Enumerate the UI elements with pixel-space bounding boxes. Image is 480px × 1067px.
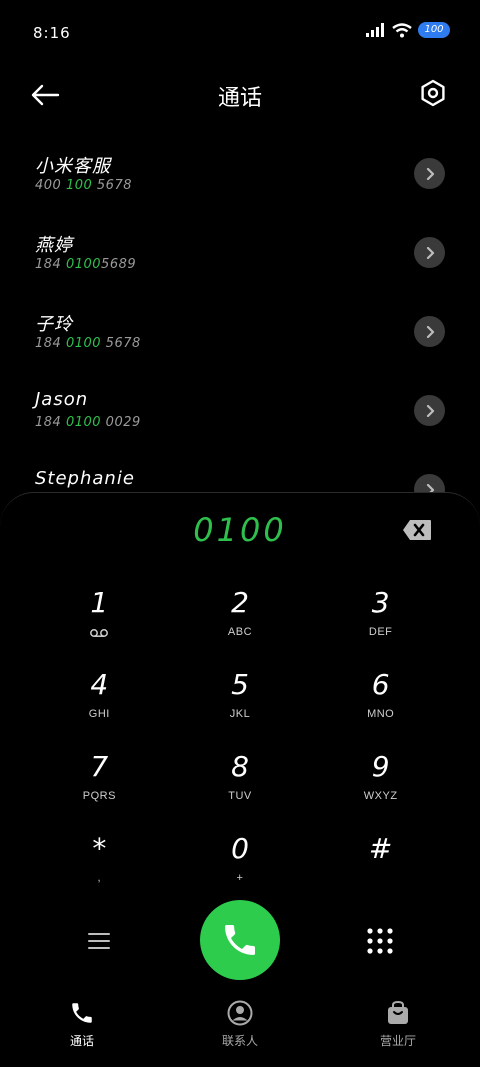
contact-suggestion-list: 小米客服 400 100 5678 燕婷 184 01005689 子玲 184…	[0, 140, 480, 535]
key-9[interactable]: 9 WXYZ	[310, 745, 451, 827]
key-letters: WXYZ	[363, 790, 398, 802]
nav-label: 联系人	[221, 1034, 258, 1048]
key-hash[interactable]: #	[310, 827, 451, 909]
contact-name: 子玲	[35, 314, 73, 335]
key-letters: ABC	[227, 626, 253, 638]
key-digit: 7	[90, 750, 109, 783]
key-digit: 0	[231, 832, 249, 865]
key-digit: 2	[231, 586, 249, 619]
contact-name: Jason	[35, 389, 89, 410]
chevron-right-icon	[426, 325, 434, 338]
header: 通话	[0, 70, 480, 120]
dial-actions	[0, 900, 480, 982]
phone-icon	[225, 925, 255, 955]
contact-number: 184 0100 0029	[35, 415, 141, 430]
settings-hexagon-icon	[421, 79, 445, 107]
key-2[interactable]: 2 ABC	[170, 581, 311, 663]
signal-icon	[366, 23, 384, 37]
status-bar: 8:16 100	[0, 0, 480, 60]
contact-detail-button[interactable]	[414, 395, 445, 426]
keypad: 1 2 ABC 3 DEF 4 GHI 5 JKL 6 MNO 7 PQRS 8…	[29, 581, 451, 909]
bag-icon	[385, 1000, 411, 1026]
chevron-right-icon	[426, 404, 434, 417]
dialpad-icon	[367, 928, 393, 954]
key-8[interactable]: 8 TUV	[170, 745, 311, 827]
contact-icon	[227, 1000, 253, 1026]
battery-indicator: 100	[418, 22, 450, 38]
nav-item-contacts[interactable]: 联系人	[190, 1000, 290, 1049]
contact-item[interactable]: 小米客服 400 100 5678	[0, 140, 480, 219]
wifi-icon	[392, 22, 412, 37]
contact-detail-button[interactable]	[414, 237, 445, 268]
key-digit: 3	[371, 586, 390, 619]
key-0[interactable]: 0 +	[170, 827, 311, 909]
back-arrow-icon	[31, 84, 60, 106]
dialer-panel: 0100 1 2 ABC 3 DEF 4 GHI 5 JKL 6 MNO 7 P…	[0, 492, 480, 1067]
chevron-right-icon	[426, 246, 434, 259]
contact-detail-button[interactable]	[414, 158, 445, 189]
status-icons: 100	[366, 22, 450, 38]
back-button[interactable]	[30, 80, 66, 110]
key-letters: +	[236, 872, 244, 884]
call-button[interactable]	[200, 900, 280, 980]
key-4[interactable]: 4 GHI	[29, 663, 170, 745]
key-6[interactable]: 6 MNO	[310, 663, 451, 745]
bottom-nav: 通话 联系人 营业厅	[0, 1000, 480, 1060]
backspace-icon	[403, 520, 431, 540]
page-title: 通话	[217, 86, 262, 111]
key-digit: *	[92, 832, 107, 865]
menu-icon	[88, 933, 110, 949]
voicemail-icon	[90, 629, 109, 637]
contact-name: 小米客服	[35, 156, 111, 177]
keypad-toggle-button[interactable]	[366, 927, 394, 955]
nav-label: 营业厅	[379, 1034, 416, 1048]
contact-item[interactable]: 子玲 184 0100 5678	[0, 298, 480, 377]
settings-button[interactable]	[418, 78, 448, 108]
backspace-button[interactable]	[402, 519, 432, 541]
phone-icon	[69, 1000, 95, 1026]
key-letters: JKL	[229, 708, 251, 720]
key-letters: ,	[97, 872, 102, 884]
key-digit: 5	[231, 668, 249, 701]
key-5[interactable]: 5 JKL	[170, 663, 311, 745]
contact-name: 燕婷	[35, 235, 73, 256]
key-digit: 8	[231, 750, 249, 783]
contact-name: Stephanie	[35, 468, 135, 489]
key-letters: DEF	[368, 626, 393, 638]
menu-button[interactable]	[86, 928, 112, 954]
contact-item[interactable]: 燕婷 184 01005689	[0, 219, 480, 298]
key-letters: GHI	[88, 708, 110, 720]
contact-number: 184 01005689	[35, 257, 137, 272]
key-letters: MNO	[367, 708, 395, 720]
key-digit: 4	[90, 668, 109, 701]
key-star[interactable]: * ,	[29, 827, 170, 909]
contact-number: 184 0100 5678	[35, 336, 141, 351]
key-letters: TUV	[228, 790, 252, 802]
key-digit: 1	[90, 586, 109, 619]
contact-item[interactable]: Jason 184 0100 0029	[0, 377, 480, 456]
key-7[interactable]: 7 PQRS	[29, 745, 170, 827]
key-digit: 9	[371, 750, 390, 783]
nav-label: 通话	[69, 1034, 94, 1048]
chevron-right-icon	[426, 167, 434, 180]
status-time: 8:16	[33, 24, 71, 42]
nav-item-service-hall[interactable]: 营业厅	[348, 1000, 448, 1049]
key-digit: 6	[371, 668, 390, 701]
contact-number: 400 100 5678	[35, 178, 132, 193]
key-3[interactable]: 3 DEF	[310, 581, 451, 663]
key-letters: PQRS	[82, 790, 116, 802]
key-digit: #	[368, 832, 393, 865]
key-1[interactable]: 1	[29, 581, 170, 663]
nav-item-calls[interactable]: 通话	[32, 1000, 132, 1049]
contact-detail-button[interactable]	[414, 316, 445, 347]
